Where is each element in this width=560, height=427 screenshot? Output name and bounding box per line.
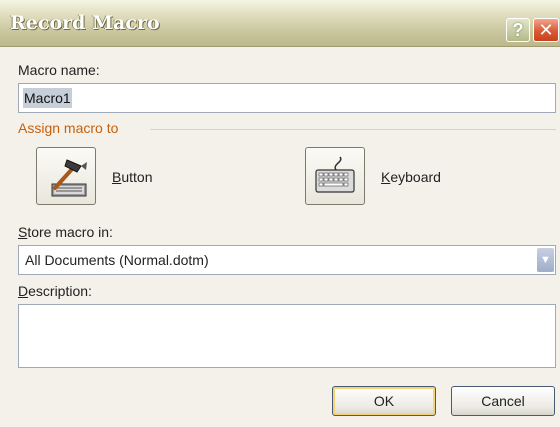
cancel-button[interactable]: Cancel [451, 386, 555, 416]
ok-button[interactable]: OK [332, 386, 436, 416]
dialog-title: Record Macro [10, 12, 160, 34]
macro-name-input[interactable]: Macro1 [18, 83, 556, 113]
dropdown-arrow[interactable]: ▼ [537, 248, 554, 272]
keyboard-option-label[interactable]: Keyboard [381, 169, 441, 185]
macro-name-label-text: Macro name: [18, 62, 100, 78]
description-label-rest: escription: [28, 283, 92, 299]
close-icon: ✕ [538, 20, 554, 40]
macro-name-label: Macro name: [18, 62, 100, 78]
store-macro-selected: All Documents (Normal.dotm) [25, 252, 209, 268]
help-button[interactable]: ? [506, 18, 530, 42]
button-label-mnemonic: B [112, 169, 122, 185]
hammer-icon [51, 159, 87, 197]
assign-macro-group-label: Assign macro to [18, 120, 119, 136]
button-option-label[interactable]: Button [112, 169, 152, 185]
button-label-rest: utton [121, 169, 153, 185]
store-macro-label: Store macro in: [18, 224, 113, 240]
assign-to-keyboard[interactable] [305, 147, 365, 205]
keyboard-icon [315, 156, 355, 193]
store-label-mnemonic: S [18, 224, 28, 240]
keyboard-label-mnemonic: K [381, 169, 391, 185]
description-label: Description: [18, 283, 92, 299]
cancel-button-label: Cancel [481, 393, 525, 409]
group-divider [150, 129, 556, 130]
record-macro-dialog: Record Macro ? ✕ Macro name: Macro1 Assi… [0, 0, 560, 427]
help-icon: ? [512, 20, 524, 40]
store-macro-dropdown[interactable]: All Documents (Normal.dotm) ▼ [18, 245, 556, 275]
assign-to-button[interactable] [36, 147, 96, 205]
ok-button-label: OK [373, 393, 395, 409]
macro-name-value: Macro1 [23, 88, 72, 108]
title-bar[interactable]: Record Macro ? ✕ [0, 0, 560, 47]
keyboard-label-rest: eyboard [390, 169, 441, 185]
description-label-mnemonic: D [18, 283, 29, 299]
close-button[interactable]: ✕ [533, 18, 559, 42]
chevron-down-icon: ▼ [540, 254, 551, 266]
store-label-rest: tore macro in: [27, 224, 113, 240]
description-textarea[interactable] [18, 304, 556, 368]
